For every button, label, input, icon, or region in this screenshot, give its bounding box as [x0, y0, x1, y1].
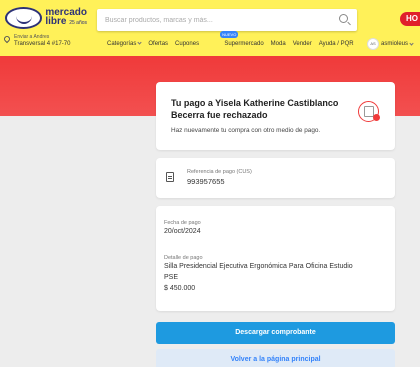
nav-supermarket[interactable]: NUEVOSupermercado [206, 31, 264, 47]
nav-sell[interactable]: Vender [293, 41, 312, 47]
logo-sub: 25 años [69, 20, 88, 26]
chevron-down-icon [137, 40, 142, 45]
mercadolibre-logo[interactable]: mercado libre 25 años [5, 5, 87, 31]
payment-method: PSE [164, 274, 179, 281]
download-receipt-button[interactable]: Descargar comprobante [156, 322, 395, 344]
detail-label: Detalle de pago [164, 255, 203, 261]
header: mercado libre 25 años HO Enviar a Andres… [0, 0, 420, 56]
payment-amount: $ 450.000 [164, 285, 196, 292]
nav-offers[interactable]: Ofertas [148, 41, 168, 47]
chevron-down-icon [409, 41, 414, 46]
payment-status-card: Tu pago a Yisela Katherine Castiblanco B… [156, 82, 395, 150]
logo-text-2: libre [45, 16, 67, 27]
reference-label: Referencia de pago (CUS) [187, 169, 252, 175]
nav-categories[interactable]: Categorías [107, 40, 142, 47]
location-pin-icon [2, 34, 12, 44]
nav-fashion[interactable]: Moda [271, 41, 286, 47]
new-badge: NUEVO [220, 31, 239, 38]
error-badge-icon [373, 114, 380, 121]
search-icon[interactable] [339, 14, 348, 23]
product-name: Silla Presidencial Ejecutiva Ergonómica … [164, 263, 353, 270]
nav-coupons[interactable]: Cupones [175, 41, 199, 47]
promo-banner[interactable]: HO [400, 12, 420, 26]
receipt-icon [166, 172, 174, 182]
avatar: AS [368, 39, 378, 49]
delivery-location[interactable]: Enviar a Andres Transversal 4 #17-70 [2, 34, 90, 52]
date-value: 20/oct/2024 [164, 228, 201, 235]
back-home-button[interactable]: Volver a la página principal [156, 349, 395, 367]
handshake-icon [5, 7, 43, 29]
payment-reference-card: Referencia de pago (CUS) 993957655 [156, 158, 395, 198]
status-subtitle: Haz nuevamente tu compra con otro medio … [171, 127, 321, 134]
user-name: asmioleus [381, 41, 409, 47]
user-menu[interactable]: AS asmioleus [368, 39, 414, 49]
payment-rejected-icon [358, 101, 380, 122]
status-title: Tu pago a Yisela Katherine Castiblanco B… [171, 98, 339, 120]
location-address: Transversal 4 #17-70 [14, 41, 71, 47]
search-input[interactable] [97, 9, 327, 32]
reference-value: 993957655 [187, 177, 225, 186]
nav-bar: Categorías Ofertas Cupones NUEVOSupermer… [107, 31, 354, 47]
nav-help[interactable]: Ayuda / PQR [319, 41, 354, 47]
search-bar [97, 9, 357, 32]
date-label: Fecha de pago [164, 220, 201, 226]
payment-details-card: Fecha de pago 20/oct/2024 Detalle de pag… [156, 206, 395, 311]
